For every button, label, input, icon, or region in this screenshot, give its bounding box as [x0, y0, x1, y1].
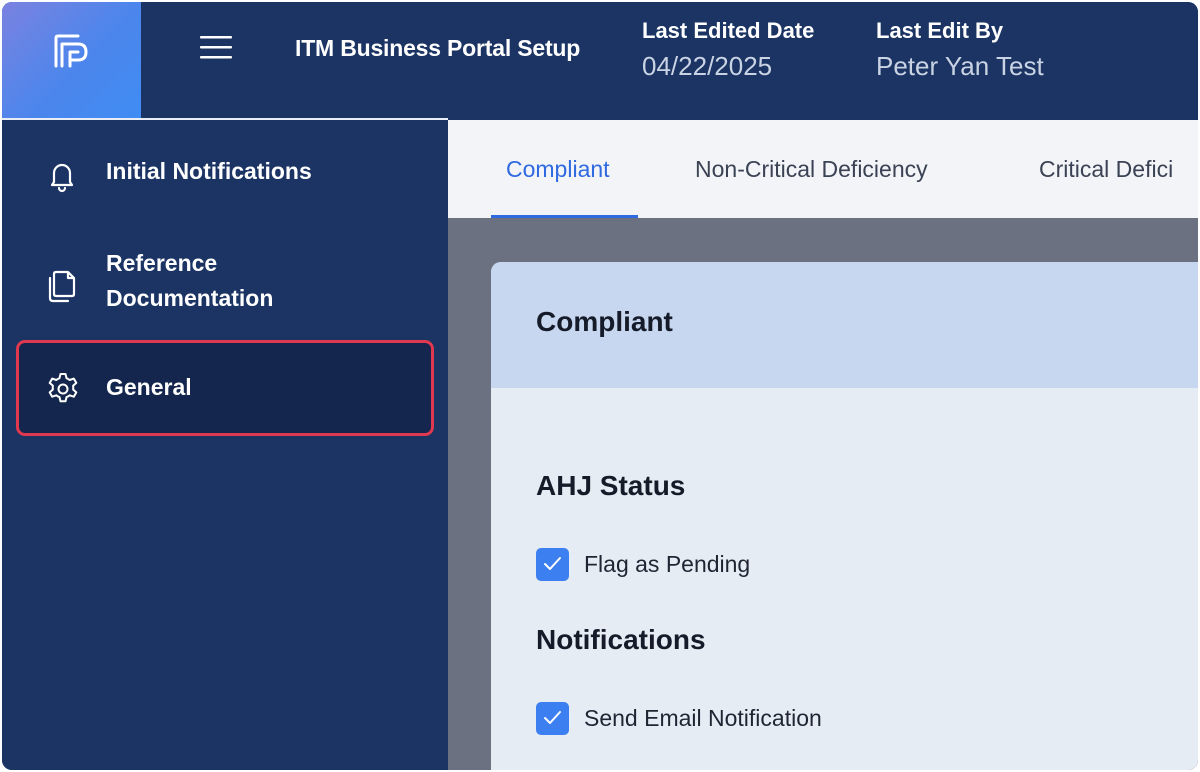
app-title: ITM Business Portal Setup — [295, 35, 581, 61]
flag-as-pending-label: Flag as Pending — [584, 551, 751, 577]
sidebar-item-initial-notifications[interactable]: Initial Notifications — [16, 144, 434, 204]
last-edit-by-value: Peter Yan Test — [876, 51, 1044, 81]
sidebar-item-label: General — [106, 374, 192, 400]
last-edited-date-label: Last Edited Date — [642, 18, 815, 43]
tab-bar: Compliant Non-Critical Deficiency Critic… — [448, 120, 1198, 218]
active-tab-indicator — [491, 215, 638, 218]
notifications-heading: Notifications — [536, 624, 706, 655]
last-edit-by-label: Last Edit By — [876, 18, 1004, 43]
sidebar-item-label: Initial Notifications — [106, 158, 312, 184]
tab-compliant[interactable]: Compliant — [506, 156, 610, 183]
sidebar: Initial Notifications Reference Document… — [2, 118, 448, 770]
gear-icon — [44, 370, 82, 413]
app-logo-icon — [54, 34, 88, 68]
flag-as-pending-checkbox[interactable] — [536, 548, 569, 581]
send-email-notification-checkbox-row[interactable]: Send Email Notification — [536, 702, 876, 736]
card-title: Compliant — [536, 306, 673, 337]
hamburger-menu-icon[interactable] — [198, 32, 234, 64]
documents-icon — [44, 264, 80, 309]
send-email-notification-checkbox[interactable] — [536, 702, 569, 735]
sidebar-item-general[interactable]: General — [16, 340, 434, 436]
compliant-card: Compliant AHJ Status Flag as Pending Not… — [491, 262, 1198, 770]
logo-area[interactable] — [2, 2, 141, 118]
checkmark-icon — [544, 557, 561, 570]
checkmark-icon — [544, 711, 561, 724]
flag-as-pending-checkbox-row[interactable]: Flag as Pending — [536, 548, 796, 582]
card-header: Compliant — [491, 262, 1198, 388]
sidebar-item-label: Reference Documentation — [106, 250, 274, 311]
top-header: ITM Business Portal Setup Last Edited Da… — [2, 2, 1198, 118]
app-window: ITM Business Portal Setup Last Edited Da… — [2, 2, 1198, 770]
sidebar-item-reference-documentation[interactable]: Reference Documentation — [16, 244, 434, 324]
send-email-notification-label: Send Email Notification — [584, 705, 822, 731]
tab-non-critical-deficiency[interactable]: Non-Critical Deficiency — [695, 156, 928, 183]
tab-critical-deficiency[interactable]: Critical Defici — [1039, 156, 1173, 183]
ahj-status-heading: AHJ Status — [536, 470, 686, 501]
main-content: Compliant Non-Critical Deficiency Critic… — [448, 120, 1198, 770]
bell-icon — [44, 157, 80, 198]
header-divider — [2, 118, 448, 120]
last-edited-date-value: 04/22/2025 — [642, 51, 773, 81]
